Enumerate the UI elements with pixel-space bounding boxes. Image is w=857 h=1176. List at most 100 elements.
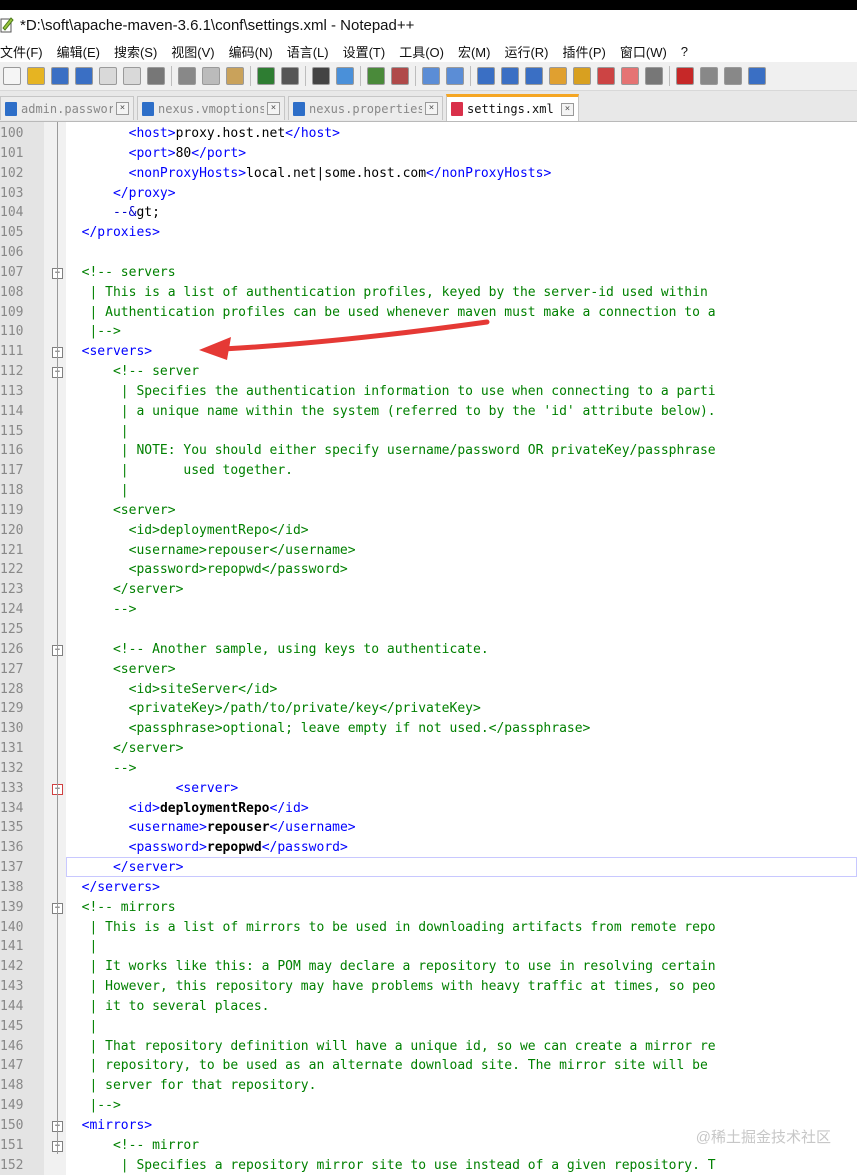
tab-close-icon[interactable]: × xyxy=(425,102,438,115)
code-line[interactable]: 125 xyxy=(0,620,857,640)
menu-item[interactable]: 编辑(E) xyxy=(57,42,100,61)
code-line[interactable]: 100 <host>proxy.host.net</host> xyxy=(0,124,857,144)
code-line[interactable]: 129 <privateKey>/path/to/private/key</pr… xyxy=(0,699,857,719)
code-line[interactable]: 119 <server> xyxy=(0,501,857,521)
code-line[interactable]: 120 <id>deploymentRepo</id> xyxy=(0,521,857,541)
menu-item[interactable]: 插件(P) xyxy=(563,42,606,61)
new-file-icon[interactable] xyxy=(3,67,21,85)
code-line[interactable]: 103 </proxy> xyxy=(0,184,857,204)
menu-item[interactable]: ? xyxy=(681,44,688,59)
sync-horizontal-icon[interactable] xyxy=(446,67,464,85)
menu-item[interactable]: 搜索(S) xyxy=(114,42,157,61)
menu-item[interactable]: 窗口(W) xyxy=(620,42,667,61)
copy-icon[interactable] xyxy=(202,67,220,85)
code-line[interactable]: 106 xyxy=(0,243,857,263)
zoom-in-icon[interactable] xyxy=(367,67,385,85)
code-line[interactable]: 147 | repository, to be used as an alter… xyxy=(0,1056,857,1076)
word-wrap-icon[interactable] xyxy=(477,67,495,85)
code-line[interactable]: 135 <username>repouser</username> xyxy=(0,818,857,838)
code-line[interactable]: 102 <nonProxyHosts>local.net|some.host.c… xyxy=(0,164,857,184)
record-macro-icon[interactable] xyxy=(676,67,694,85)
code-line[interactable]: 136 <password>repopwd</password> xyxy=(0,838,857,858)
paste-icon[interactable] xyxy=(226,67,244,85)
tab-settings-xml[interactable]: settings.xml × xyxy=(446,94,579,121)
sync-vertical-icon[interactable] xyxy=(422,67,440,85)
code-line[interactable]: 115 | xyxy=(0,422,857,442)
code-line[interactable]: 124 --> xyxy=(0,600,857,620)
code-line[interactable]: 108 | This is a list of authentication p… xyxy=(0,283,857,303)
save-icon[interactable] xyxy=(51,67,69,85)
menu-item[interactable]: 宏(M) xyxy=(458,42,491,61)
print-icon[interactable] xyxy=(147,67,165,85)
code-line[interactable]: 145 | xyxy=(0,1017,857,1037)
menu-item[interactable]: 工具(O) xyxy=(399,42,444,61)
tab-close-icon[interactable]: × xyxy=(267,102,280,115)
code-line[interactable]: 141 | xyxy=(0,937,857,957)
code-line[interactable]: 127 <server> xyxy=(0,660,857,680)
monitoring-icon[interactable] xyxy=(645,67,663,85)
menu-item[interactable]: 编码(N) xyxy=(229,42,273,61)
undo-icon[interactable] xyxy=(257,67,275,85)
code-line[interactable]: 104 --&gt; xyxy=(0,203,857,223)
zoom-out-icon[interactable] xyxy=(391,67,409,85)
code-line[interactable]: 152 | Specifies a repository mirror site… xyxy=(0,1156,857,1176)
open-file-icon[interactable] xyxy=(27,67,45,85)
code-line[interactable]: 121 <username>repouser</username> xyxy=(0,541,857,561)
code-line[interactable]: 105 </proxies> xyxy=(0,223,857,243)
menu-item[interactable]: 设置(T) xyxy=(343,42,386,61)
code-line[interactable]: 139 <!-- mirrors xyxy=(0,898,857,918)
code-line[interactable]: 131 </server> xyxy=(0,739,857,759)
close-icon[interactable] xyxy=(99,67,117,85)
tab-nexus-properties[interactable]: nexus.properties × xyxy=(288,96,443,120)
code-line[interactable]: 146 | That repository definition will ha… xyxy=(0,1037,857,1057)
close-all-icon[interactable] xyxy=(123,67,141,85)
run-macro-multiple-icon[interactable] xyxy=(748,67,766,85)
code-line[interactable]: 137 </server> xyxy=(0,858,857,878)
code-line[interactable]: 101 <port>80</port> xyxy=(0,144,857,164)
tab-admin-password[interactable]: admin.password × xyxy=(0,96,134,120)
show-all-chars-icon[interactable] xyxy=(501,67,519,85)
replace-icon[interactable] xyxy=(336,67,354,85)
doc-map-icon[interactable] xyxy=(573,67,591,85)
code-line[interactable]: 122 <password>repopwd</password> xyxy=(0,560,857,580)
code-line[interactable]: 116 | NOTE: You should either specify us… xyxy=(0,441,857,461)
code-line[interactable]: 118 | xyxy=(0,481,857,501)
tab-nexus-vmoptions[interactable]: nexus.vmoptions × xyxy=(137,96,285,120)
code-line[interactable]: 107 <!-- servers xyxy=(0,263,857,283)
code-line[interactable]: 117 | used together. xyxy=(0,461,857,481)
code-line[interactable]: 149 |--> xyxy=(0,1096,857,1116)
code-line[interactable]: 126 <!-- Another sample, using keys to a… xyxy=(0,640,857,660)
code-line[interactable]: 144 | it to several places. xyxy=(0,997,857,1017)
folder-workspace-icon[interactable] xyxy=(621,67,639,85)
cut-icon[interactable] xyxy=(178,67,196,85)
code-line[interactable]: 140 | This is a list of mirrors to be us… xyxy=(0,918,857,938)
code-line[interactable]: 130 <passphrase>optional; leave empty if… xyxy=(0,719,857,739)
code-line[interactable]: 148 | server for that repository. xyxy=(0,1076,857,1096)
play-macro-icon[interactable] xyxy=(724,67,742,85)
editor[interactable]: 100 <host>proxy.host.net</host> 101 <port… xyxy=(0,122,857,1175)
code-line[interactable]: 128 <id>siteServer</id> xyxy=(0,680,857,700)
tab-close-icon[interactable]: × xyxy=(116,102,129,115)
redo-icon[interactable] xyxy=(281,67,299,85)
menu-item[interactable]: 语言(L) xyxy=(287,42,329,61)
code-line[interactable]: 143 | However, this repository may have … xyxy=(0,977,857,997)
code-line[interactable]: 123 </server> xyxy=(0,580,857,600)
code-line[interactable]: 134 <id>deploymentRepo</id> xyxy=(0,799,857,819)
indent-guide-icon[interactable] xyxy=(525,67,543,85)
menu-item[interactable]: 视图(V) xyxy=(171,42,214,61)
code-line[interactable]: 132 --> xyxy=(0,759,857,779)
stop-macro-icon[interactable] xyxy=(700,67,718,85)
tab-close-icon[interactable]: × xyxy=(561,102,574,116)
user-lang-icon[interactable] xyxy=(549,67,567,85)
code-line[interactable]: 138 </servers> xyxy=(0,878,857,898)
find-icon[interactable] xyxy=(312,67,330,85)
function-list-icon[interactable] xyxy=(597,67,615,85)
code-line[interactable]: 113 | Specifies the authentication infor… xyxy=(0,382,857,402)
code-line[interactable]: 142 | It works like this: a POM may decl… xyxy=(0,957,857,977)
menu-item[interactable]: 运行(R) xyxy=(504,42,548,61)
code-line[interactable]: 114 | a unique name within the system (r… xyxy=(0,402,857,422)
code-line[interactable]: 112 <!-- server xyxy=(0,362,857,382)
code-line[interactable]: 133 <server> xyxy=(0,779,857,799)
save-all-icon[interactable] xyxy=(75,67,93,85)
menu-item[interactable]: 文件(F) xyxy=(0,42,43,61)
